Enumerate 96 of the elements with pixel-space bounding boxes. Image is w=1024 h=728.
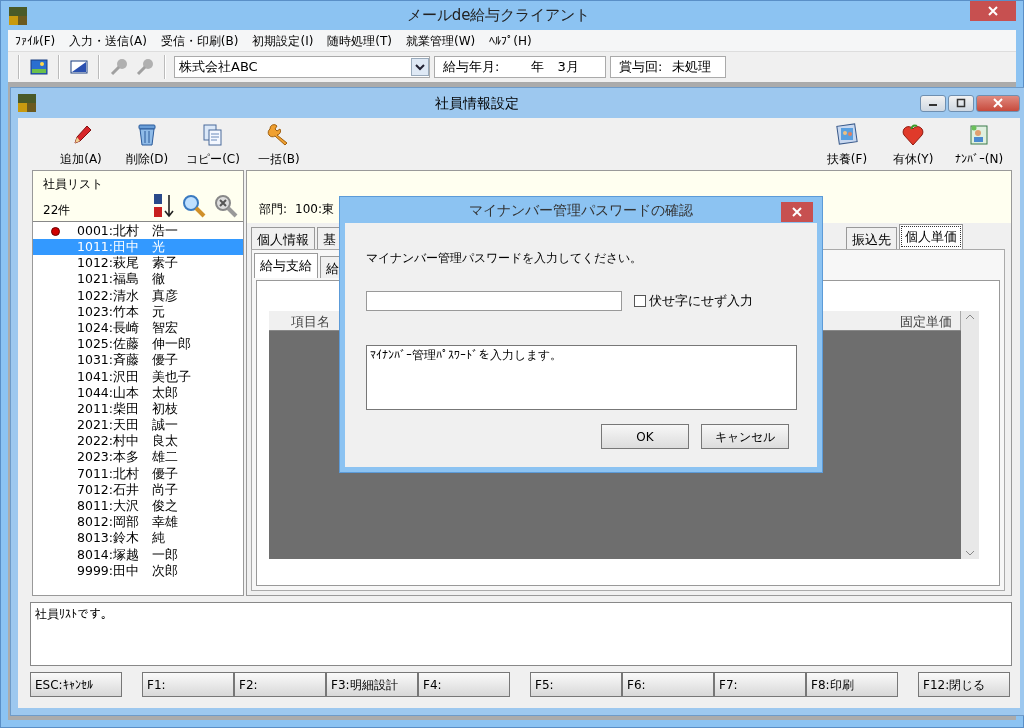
employee-row[interactable]: 2023:本多 雄二 <box>33 449 243 466</box>
bonus-label: 賞与回: <box>619 58 663 77</box>
function-key-button[interactable]: F6: <box>622 672 714 697</box>
dialog-title: マイナンバー管理パスワードの確認 <box>468 200 694 220</box>
checkbox-label[interactable]: 伏せ字にせず入力 <box>634 291 753 311</box>
scroll-down-icon <box>965 550 975 556</box>
employee-row[interactable]: 8013:鈴木 純 <box>33 530 243 547</box>
employee-row[interactable]: 1025:佐藤 伸一郎 <box>33 336 243 353</box>
toolbar-button[interactable]: 扶養(F) <box>814 123 880 168</box>
employee-row[interactable]: 1041:沢田 美也子 <box>33 368 243 385</box>
pay-month-label: 給与年月: <box>443 58 500 77</box>
department-value: 100:東 <box>295 201 334 218</box>
tab[interactable]: 個人単価 <box>899 224 963 249</box>
employee-row[interactable]: 1031:斉藤 優子 <box>33 352 243 369</box>
close-button[interactable] <box>976 94 1020 112</box>
toolbar-button[interactable]: 追加(A) <box>48 123 114 168</box>
function-key-button[interactable]: F7: <box>714 672 806 697</box>
key-icon[interactable] <box>136 58 154 76</box>
menu-item[interactable]: 随時処理(T) <box>320 31 400 50</box>
menu-item[interactable]: 就業管理(W) <box>399 31 483 50</box>
function-key-button[interactable]: F4: <box>418 672 510 697</box>
menu-item[interactable]: ﾍﾙﾌﾟ(H) <box>482 31 539 50</box>
company-value: 株式会社ABC <box>179 58 258 77</box>
maximize-button[interactable] <box>948 94 974 112</box>
password-field[interactable] <box>366 291 622 311</box>
search-icon[interactable] <box>181 193 207 219</box>
close-icon <box>790 205 804 219</box>
employee-row[interactable]: 1023:竹本 元 <box>33 303 243 321</box>
close-button[interactable] <box>781 202 813 222</box>
help-message: ﾏｲﾅﾝﾊﾞｰ管理ﾊﾟｽﾜｰﾄﾞを入力します。 <box>366 345 797 410</box>
dropdown-caret-icon[interactable] <box>411 58 429 76</box>
minimize-button[interactable] <box>920 94 946 112</box>
scroll-up-icon <box>965 314 975 320</box>
prompt-text: マイナンバー管理パスワードを入力してください。 <box>366 250 643 267</box>
employee-row[interactable]: 2011:柴田 初枝 <box>33 401 243 418</box>
employee-row[interactable]: 2022:村中 良太 <box>33 433 243 450</box>
employee-row[interactable]: 2021:天田 誠一 <box>33 417 243 434</box>
bonus-value: 未処理 <box>672 58 712 77</box>
window-title: 社員情報設定 <box>434 93 520 113</box>
employee-row[interactable]: 8012:岡部 幸雄 <box>33 514 243 531</box>
pay-month-value: 年 3月 <box>531 58 579 77</box>
photo-frame-icon <box>835 123 859 147</box>
description-box: 社員ﾘｽﾄです。 <box>30 602 1012 666</box>
toolbar-button[interactable]: 削除(D) <box>114 123 180 168</box>
close-icon <box>991 96 1005 110</box>
heart-icon <box>901 123 925 147</box>
menu-item[interactable]: 初期設定(I) <box>245 31 321 50</box>
tab[interactable]: 給与支給 <box>254 253 318 278</box>
tab[interactable]: 個人情報 <box>251 227 315 249</box>
key-icon[interactable] <box>110 58 128 76</box>
employee-row[interactable]: 8011:大沢 俊之 <box>33 498 243 515</box>
menu-item[interactable]: 受信・印刷(B) <box>153 31 246 50</box>
maximize-icon <box>956 98 966 108</box>
function-key-button[interactable]: F5: <box>530 672 622 697</box>
scrollbar[interactable] <box>961 311 979 559</box>
function-key-button[interactable]: F3:明細設計 <box>326 672 418 697</box>
employee-row[interactable]: 9999:田中 次郎 <box>33 562 243 580</box>
app-icon <box>9 6 27 25</box>
employee-row[interactable]: 8014:塚越 一郎 <box>33 546 243 563</box>
employee-row[interactable]: 7012:石井 尚子 <box>33 482 243 499</box>
employee-row[interactable]: 7011:北村 優子 <box>33 465 243 482</box>
employee-row[interactable]: 1012:萩尾 素子 <box>33 255 243 272</box>
picture-icon[interactable] <box>30 59 48 75</box>
toolbar-button[interactable]: 一括(B) <box>246 123 312 168</box>
documents-icon <box>201 123 225 147</box>
id-card-icon <box>967 123 991 147</box>
function-key-button[interactable]: F8:印刷 <box>806 672 898 697</box>
employee-row[interactable]: 1024:長崎 智宏 <box>33 320 243 337</box>
company-dropdown[interactable]: 株式会社ABC <box>174 56 430 78</box>
employee-row[interactable]: 1021:福島 徹 <box>33 271 243 288</box>
dialog-button[interactable]: OK <box>601 424 689 449</box>
tab[interactable]: 振込先 <box>846 227 897 249</box>
menu-item[interactable]: ﾌｧｲﾙ(F) <box>8 31 63 50</box>
toolbar-button[interactable]: ﾅﾝﾊﾞｰ(N) <box>946 123 1012 168</box>
function-key-button[interactable]: F2: <box>234 672 326 697</box>
employee-row[interactable]: 1022:清水 真彦 <box>33 287 243 304</box>
function-key-button[interactable]: F1: <box>142 672 234 697</box>
list-title: 社員リスト <box>43 177 103 191</box>
toolbar-button[interactable]: 有休(Y) <box>880 123 946 168</box>
trash-icon <box>135 123 159 147</box>
clear-search-icon[interactable] <box>213 193 239 219</box>
toolbar-button[interactable]: コピー(C) <box>180 123 246 168</box>
function-key-button[interactable]: F12:閉じる <box>918 672 1010 697</box>
menu-item[interactable]: 入力・送信(A) <box>62 31 154 50</box>
dialog-button[interactable]: キャンセル <box>701 424 789 449</box>
function-key-button[interactable]: ESC:ｷｬﾝｾﾙ <box>30 672 122 697</box>
window-icon <box>18 94 36 112</box>
employee-row[interactable]: 1044:山本 太郎 <box>33 384 243 402</box>
image-icon[interactable] <box>70 59 88 75</box>
window-title: メールde給与クライアント <box>405 5 592 27</box>
sort-icon[interactable] <box>151 193 175 219</box>
department-label: 部門: <box>259 201 288 218</box>
record-count: 22件 <box>43 202 71 219</box>
close-icon <box>986 4 1000 18</box>
employee-row[interactable]: 0001:北村 浩一 <box>33 223 243 240</box>
close-button[interactable] <box>970 1 1016 21</box>
